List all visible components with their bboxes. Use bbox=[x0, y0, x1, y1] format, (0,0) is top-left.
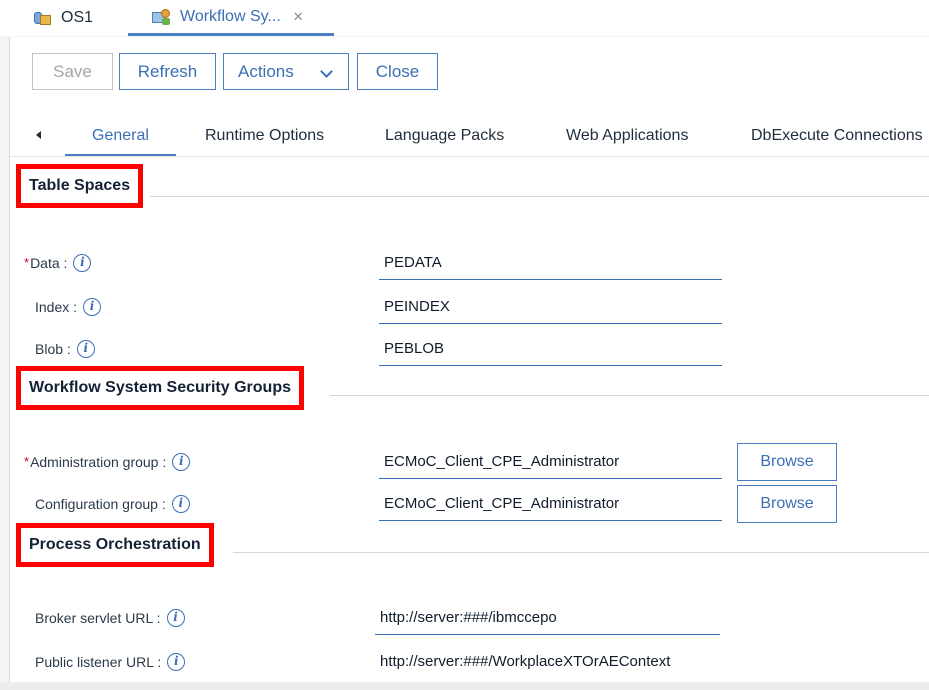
scroll-left-icon[interactable] bbox=[36, 131, 41, 139]
actions-menu-button[interactable]: Actions bbox=[223, 53, 349, 90]
save-button[interactable]: Save bbox=[32, 53, 113, 90]
label-text: Broker servlet URL : bbox=[35, 610, 161, 626]
tab-language-packs[interactable]: Language Packs bbox=[385, 117, 504, 156]
chevron-down-icon bbox=[320, 65, 333, 78]
public-listener-url-input[interactable]: http://server:###/WorkplaceXTOrAEContext bbox=[375, 645, 735, 679]
section-title: Table Spaces bbox=[16, 164, 144, 208]
required-marker: * bbox=[24, 453, 30, 469]
properties-panel: Save Refresh Actions Close General Runti… bbox=[9, 37, 929, 682]
form-row-configuration-group: Configuration group : i ECMoC_Client_CPE… bbox=[10, 485, 929, 523]
label-text: Configuration group : bbox=[35, 496, 166, 512]
field-label: Blob : i bbox=[35, 332, 95, 366]
field-label: * Administration group : i bbox=[24, 445, 191, 479]
section-table-spaces: Table Spaces bbox=[16, 164, 144, 208]
doc-tab-workflow-system[interactable]: Workflow Sy... ✕ bbox=[128, 0, 334, 36]
field-label: Configuration group : i bbox=[35, 487, 190, 521]
section-process-orchestration: Process Orchestration bbox=[16, 523, 214, 567]
close-tab-icon[interactable]: ✕ bbox=[293, 9, 304, 25]
close-button[interactable]: Close bbox=[357, 53, 438, 90]
required-marker: * bbox=[24, 254, 30, 270]
form-row-blob: Blob : i PEBLOB bbox=[10, 332, 929, 366]
browse-configuration-group-button[interactable]: Browse bbox=[737, 485, 837, 523]
tab-dbexecute-connections[interactable]: DbExecute Connections bbox=[751, 117, 923, 156]
form-row-index: Index : i PEINDEX bbox=[10, 290, 929, 324]
tab-general[interactable]: General bbox=[65, 117, 176, 156]
info-icon[interactable]: i bbox=[171, 495, 190, 513]
tab-web-applications[interactable]: Web Applications bbox=[566, 117, 688, 156]
administration-group-input[interactable]: ECMoC_Client_CPE_Administrator bbox=[379, 445, 722, 479]
form-row-administration-group: * Administration group : i ECMoC_Client_… bbox=[10, 443, 929, 481]
doc-tab-label: OS1 bbox=[61, 9, 94, 26]
section-divider bbox=[330, 395, 929, 396]
field-label: Broker servlet URL : i bbox=[35, 601, 185, 635]
label-text: Index : bbox=[35, 299, 78, 315]
form-row-data: * Data : i PEDATA bbox=[10, 246, 929, 280]
info-icon[interactable]: i bbox=[83, 298, 102, 316]
bottom-strip bbox=[0, 682, 929, 690]
refresh-button[interactable]: Refresh bbox=[119, 53, 216, 90]
section-title: Process Orchestration bbox=[16, 523, 214, 567]
object-store-icon bbox=[33, 10, 51, 26]
info-icon[interactable]: i bbox=[172, 453, 191, 471]
info-icon[interactable]: i bbox=[73, 254, 92, 272]
doc-tab-label: Workflow Sy... bbox=[180, 7, 281, 25]
section-divider bbox=[150, 196, 929, 197]
field-label: Public listener URL : i bbox=[35, 645, 186, 679]
doc-tab-os1[interactable]: OS1 bbox=[33, 0, 93, 36]
info-icon[interactable]: i bbox=[166, 609, 185, 627]
label-text: Administration group : bbox=[30, 454, 167, 470]
data-tablespace-input[interactable]: PEDATA bbox=[379, 246, 722, 280]
form-row-broker-servlet-url: Broker servlet URL : i http://server:###… bbox=[10, 601, 929, 635]
actions-label: Actions bbox=[238, 61, 294, 81]
label-text: Blob : bbox=[35, 341, 71, 357]
blob-tablespace-input[interactable]: PEBLOB bbox=[379, 332, 722, 366]
info-icon[interactable]: i bbox=[76, 340, 95, 358]
section-title: Workflow System Security Groups bbox=[16, 366, 304, 410]
tab-runtime-options[interactable]: Runtime Options bbox=[205, 117, 324, 156]
section-tab-bar: General Runtime Options Language Packs W… bbox=[10, 117, 929, 157]
workflow-system-icon bbox=[152, 8, 170, 25]
index-tablespace-input[interactable]: PEINDEX bbox=[379, 290, 722, 324]
broker-servlet-url-input[interactable]: http://server:###/ibmccepo bbox=[375, 601, 720, 635]
configuration-group-input[interactable]: ECMoC_Client_CPE_Administrator bbox=[379, 487, 722, 521]
section-divider bbox=[233, 552, 929, 553]
info-icon[interactable]: i bbox=[167, 653, 186, 671]
label-text: Data : bbox=[30, 255, 68, 271]
label-text: Public listener URL : bbox=[35, 654, 162, 670]
browse-administration-group-button[interactable]: Browse bbox=[737, 443, 837, 481]
section-security-groups: Workflow System Security Groups bbox=[16, 366, 304, 410]
field-label: Index : i bbox=[35, 290, 102, 324]
form-row-public-listener-url: Public listener URL : i http://server:##… bbox=[10, 645, 929, 679]
field-label: * Data : i bbox=[24, 246, 92, 280]
document-tab-strip: OS1 Workflow Sy... ✕ bbox=[0, 0, 929, 36]
